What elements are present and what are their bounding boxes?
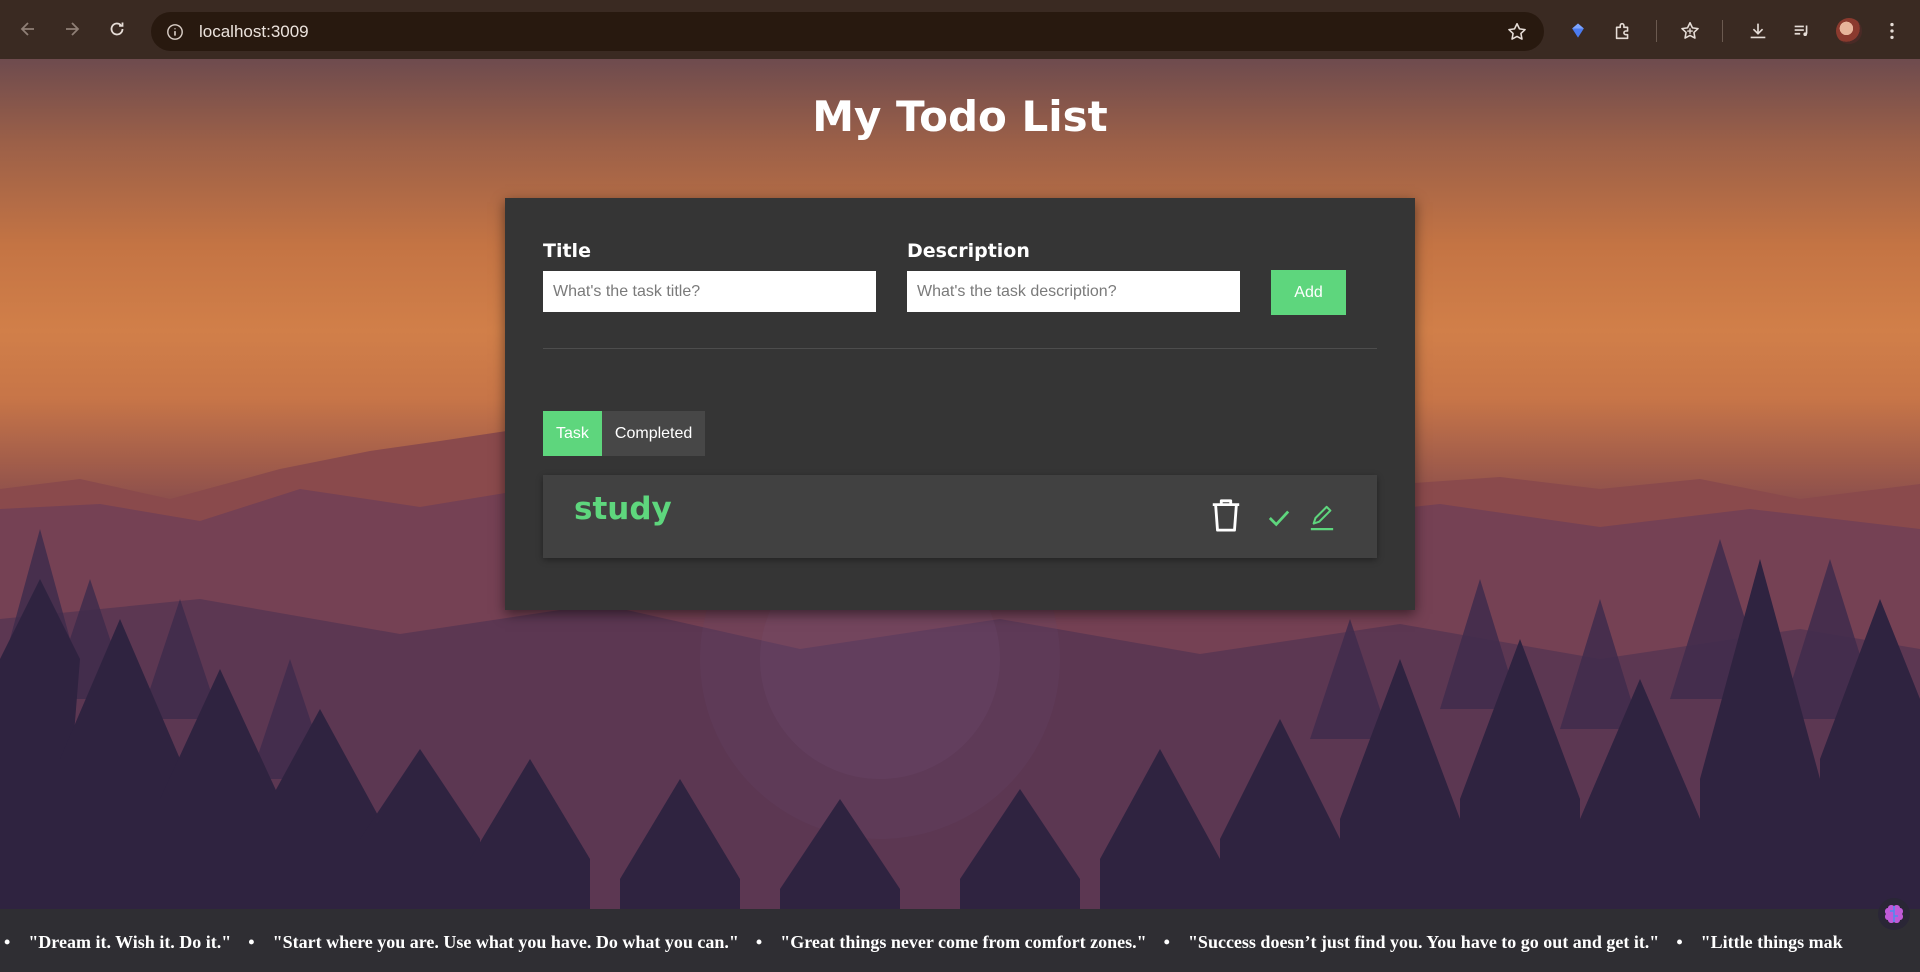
page-title: My Todo List [812,92,1108,141]
site-info-icon[interactable] [165,22,185,42]
title-label: Title [543,240,591,262]
address-bar[interactable]: localhost:3009 [151,12,1544,51]
form-divider [543,348,1377,349]
bookmark-star-icon[interactable] [1506,21,1528,43]
delete-trash-icon[interactable] [1208,495,1244,535]
toolbar-separator [1722,20,1723,42]
profile-avatar[interactable] [1836,18,1862,44]
browser-toolbar: localhost:3009 [0,0,1920,59]
ticker-bullet: • [4,932,11,952]
description-label: Description [907,240,1030,262]
tab-completed[interactable]: Completed [601,411,706,456]
media-queue-icon[interactable] [1790,19,1814,43]
tab-task[interactable]: Task [543,411,602,456]
menu-kebab-icon[interactable] [1880,19,1904,43]
url-text[interactable]: localhost:3009 [199,22,309,42]
ticker-track: • "Dream it. Wish it. Do it." • "Start w… [0,932,1843,953]
bookmarks-icon[interactable] [1678,19,1702,43]
ticker-quote: "Success doesn’t just find you. You have… [1187,932,1660,952]
extensions-puzzle-icon[interactable] [1611,19,1635,43]
todo-title: study [574,491,672,527]
ticker-quote: "Dream it. Wish it. Do it." [28,932,232,952]
reload-icon[interactable] [103,15,131,43]
forward-icon[interactable] [58,15,86,43]
toolbar-separator [1656,20,1657,42]
tab-group: Task Completed [543,411,706,456]
description-field-group: Description [907,240,1240,312]
todo-card: Title Description Add Task Completed stu… [505,198,1415,610]
ticker-bullet: • [1163,932,1170,952]
title-field-group: Title [543,240,876,312]
edit-pencil-icon[interactable] [1307,504,1337,532]
description-input[interactable] [907,271,1240,312]
ticker-quote: "Great things never come from comfort zo… [780,932,1147,952]
ticker-bullet: • [248,932,255,952]
ticker-bullet: • [1676,932,1683,952]
download-icon[interactable] [1746,19,1770,43]
ticker-quote: "Little things mak [1700,932,1843,952]
ticker-bullet: • [755,932,763,952]
quote-ticker: • "Dream it. Wish it. Do it." • "Start w… [0,909,1920,972]
todo-list-item: study [543,475,1377,558]
ticker-quote: "Start where you are. Use what you have.… [272,932,739,952]
add-button[interactable]: Add [1271,270,1346,315]
extension-gem-icon[interactable] [1566,19,1590,43]
complete-check-icon[interactable] [1266,506,1292,530]
brain-extension-icon[interactable] [1878,898,1910,930]
back-icon[interactable] [14,15,42,43]
title-input[interactable] [543,271,876,312]
